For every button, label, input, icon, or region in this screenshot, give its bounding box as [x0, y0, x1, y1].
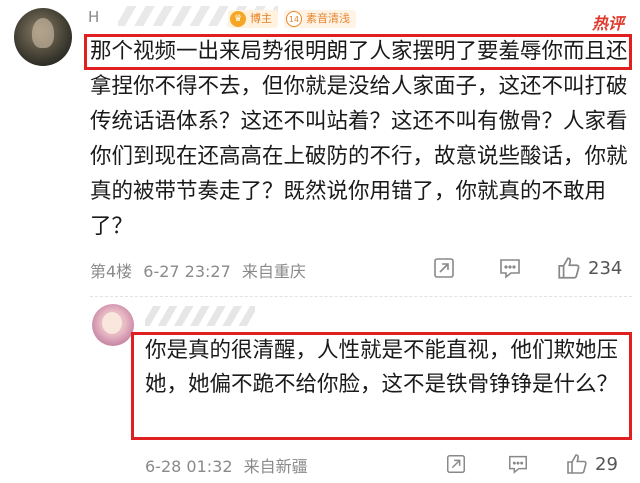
reply-like-button[interactable]: 29	[565, 450, 618, 478]
comment-icon	[500, 259, 520, 279]
blogger-badge-label: 博主	[250, 12, 272, 25]
fans-badge: 14 素音清浅	[284, 10, 356, 28]
avatar[interactable]	[14, 8, 72, 66]
share-icon	[434, 258, 454, 278]
username[interactable]: H	[88, 8, 100, 26]
reply-date: 6-28 01:32	[145, 457, 233, 476]
reply-share-button[interactable]	[445, 450, 467, 478]
reply-comment-button[interactable]	[507, 450, 529, 478]
reply-username-mosaic	[145, 306, 255, 326]
comment-meta: 第4楼 6-27 23:27 来自重庆	[90, 258, 312, 286]
comment-button[interactable]	[498, 254, 522, 282]
divider	[90, 296, 632, 297]
like-icon	[558, 257, 580, 279]
comment-actions: 234	[432, 254, 632, 282]
fans-badge-label: 素音清浅	[306, 12, 350, 25]
reply-avatar[interactable]	[92, 304, 134, 346]
comment-text: 那个视频一出来局势很明朗了人家摆明了要羞辱你而且还拿捏你不得不去，但你就是没给人…	[90, 39, 628, 239]
comment-location: 来自重庆	[241, 262, 306, 281]
hot-comment-label: 热评	[591, 14, 624, 33]
blogger-badge: ♛ 博主	[228, 10, 278, 28]
like-button[interactable]: 234	[556, 254, 622, 282]
like-icon	[567, 454, 587, 474]
share-icon	[447, 455, 465, 473]
comment-date: 6-27 23:27	[143, 262, 231, 281]
comment-icon	[509, 455, 527, 474]
fans-level-icon: 14	[286, 11, 302, 27]
like-count: 234	[588, 257, 623, 279]
reply-actions: 29	[445, 450, 635, 478]
floor-number: 第4楼	[90, 262, 133, 281]
comment-header: H ♛ 博主 14 素音清浅 热评	[88, 6, 628, 33]
share-button[interactable]	[432, 254, 456, 282]
reply-text: 你是真的很清醒，人性就是不能直视，他们欺她压她，她偏不跪不给你脸，这不是铁骨铮铮…	[145, 338, 619, 397]
reply-like-count: 29	[595, 453, 618, 475]
reply-meta: 6-28 01:32 来自新疆	[145, 453, 314, 481]
crown-icon: ♛	[230, 11, 246, 27]
reply-location: 来自新疆	[243, 457, 308, 476]
